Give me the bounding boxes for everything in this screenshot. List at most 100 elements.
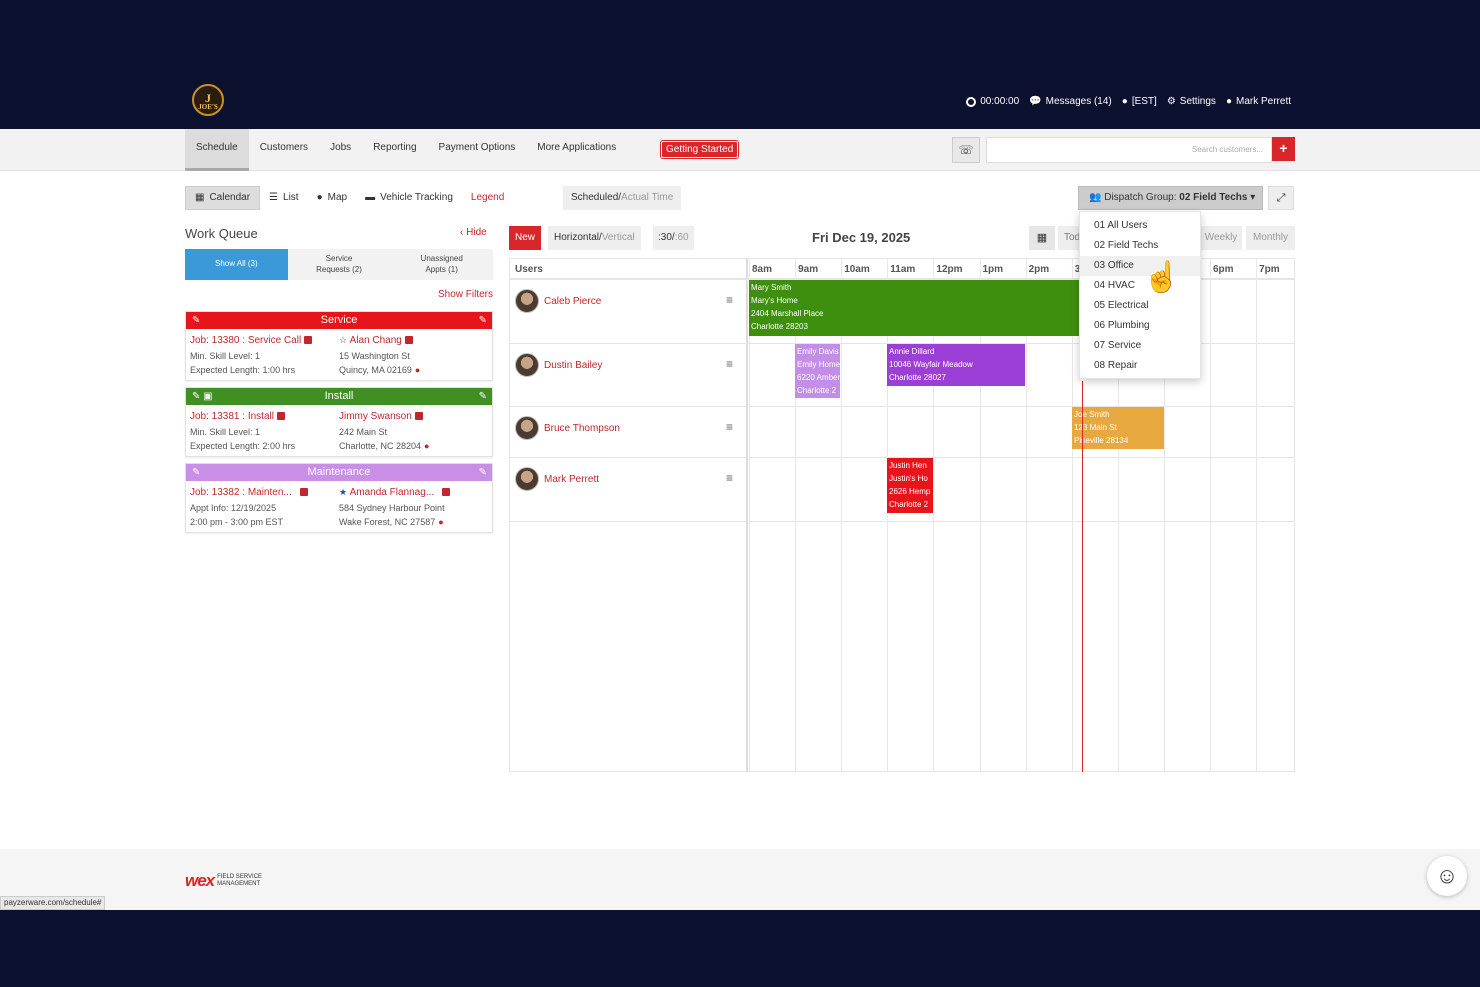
tab-more-applications[interactable]: More Applications — [526, 129, 627, 171]
dispatch-group-menu: 01 All Users 02 Field Techs 03 Office 04… — [1079, 211, 1201, 379]
today-button[interactable]: Today — [1058, 226, 1080, 250]
messages-link[interactable]: 💬 Messages (14) — [1029, 96, 1112, 107]
option-field-techs[interactable]: 02 Field Techs — [1080, 236, 1200, 256]
external-link-icon[interactable] — [276, 412, 285, 420]
map-pin-icon[interactable]: ● — [415, 365, 420, 375]
external-link-icon[interactable] — [414, 412, 423, 420]
user-row-bruce[interactable]: Bruce Thompson — [515, 416, 620, 440]
map-pin-icon[interactable]: ● — [424, 441, 429, 451]
chat-bot-icon[interactable]: ☺ — [1427, 856, 1467, 896]
tab-reporting[interactable]: Reporting — [362, 129, 427, 171]
calendar-view-button[interactable]: ▦ Calendar — [185, 186, 261, 210]
weekly-button[interactable]: Weekly — [1200, 226, 1242, 250]
hour-label: 2pm — [1028, 264, 1050, 275]
hour-label: 11am — [890, 264, 916, 275]
phone-button[interactable]: ☏ — [952, 137, 980, 163]
hamburger-icon[interactable]: ≡ — [726, 471, 733, 485]
customer-link[interactable]: Alan Chang — [350, 335, 402, 346]
option-plumbing[interactable]: 06 Plumbing — [1080, 316, 1200, 336]
user-menu[interactable]: ● Mark Perrett — [1226, 96, 1291, 107]
external-link-icon[interactable] — [442, 488, 451, 496]
option-repair[interactable]: 08 Repair — [1080, 356, 1200, 376]
getting-started-button[interactable]: Getting Started — [661, 141, 739, 158]
user-row-mark[interactable]: Mark Perrett — [515, 467, 599, 491]
edit-icon[interactable]: ✎ — [479, 312, 487, 329]
current-time-line — [1082, 381, 1083, 772]
timer[interactable]: 00:00:00 — [966, 96, 1019, 107]
show-filters-link[interactable]: Show Filters — [438, 289, 493, 300]
hamburger-icon[interactable]: ≡ — [726, 420, 733, 434]
edit-icon[interactable]: ✎ — [479, 464, 487, 481]
company-logo[interactable]: J JOE'S — [192, 84, 224, 116]
event-joe-smith[interactable]: Joe Smith 123 Main St Pineville 28134 — [1072, 407, 1164, 449]
tab-customers[interactable]: Customers — [249, 129, 319, 171]
address-line: 584 Sydney Harbour Point — [339, 502, 445, 513]
add-button[interactable]: + — [1272, 137, 1295, 161]
user-row-dustin[interactable]: Dustin Bailey — [515, 353, 602, 377]
job-card-maintenance[interactable]: ✎ Maintenance ✎ Job: 13382 : Mainten... Ap… — [185, 463, 493, 533]
wex-logo: wex FIELD SERVICE MANAGEMENT — [185, 871, 263, 890]
external-link-icon[interactable] — [304, 336, 313, 344]
user-row-caleb[interactable]: Caleb Pierce — [515, 289, 601, 313]
external-link-icon[interactable] — [404, 336, 413, 344]
external-link-icon[interactable] — [299, 488, 308, 496]
interval-toggle[interactable]: :30/:60 — [653, 226, 694, 250]
hour-label: 12pm — [936, 264, 963, 275]
tab-service-requests[interactable]: Service Requests (2) — [288, 249, 391, 280]
edit-icon[interactable]: ✎ — [479, 388, 487, 405]
hamburger-icon[interactable]: ≡ — [726, 293, 733, 307]
hamburger-icon[interactable]: ≡ — [726, 357, 733, 371]
timezone[interactable]: ● [EST] — [1122, 96, 1157, 107]
job-link[interactable]: Job: 13382 : Mainten... — [190, 487, 292, 498]
wrench-icon: ✎ — [192, 467, 201, 478]
hour-label: 8am — [752, 264, 773, 275]
job-link[interactable]: Job: 13381 : Install — [190, 411, 274, 422]
tab-schedule[interactable]: Schedule — [185, 129, 249, 171]
map-pin-icon[interactable]: ● — [438, 517, 443, 527]
page-content: Schedule Customers Jobs Reporting Paymen… — [0, 129, 1480, 849]
job-card-install[interactable]: ✎ ▣ Install ✎ Job: 13381 : Install Min. Sk… — [185, 387, 493, 457]
event-mary-smith[interactable]: Mary Smith Mary's Home 2404 Marshall Place… — [749, 280, 1082, 336]
event-emily-davis[interactable]: Emily Davis Emily Home 6220 Amber Charlotte… — [795, 344, 840, 398]
tab-show-all[interactable]: Show All (3) — [185, 249, 288, 280]
scheduled-actual-toggle[interactable]: Scheduled/Actual Time — [563, 186, 682, 210]
legend-link[interactable]: Legend — [462, 186, 513, 210]
option-all-users[interactable]: 01 All Users — [1080, 216, 1200, 236]
event-annie-dillard[interactable]: Annie Dillard 10046 Wayfair Meadow Charlot… — [887, 344, 1025, 386]
customer-link[interactable]: Jimmy Swanson — [339, 411, 412, 422]
hour-label: 9am — [798, 264, 819, 275]
search-input[interactable]: Search customers... — [986, 137, 1272, 163]
map-view-button[interactable]: ● Map — [308, 186, 357, 210]
date-picker-button[interactable]: ▦ — [1029, 226, 1055, 250]
status-url: payzerware.com/schedule# — [0, 896, 106, 910]
gear-icon: ⚙ — [1166, 96, 1176, 107]
card-header: ✎ Service ✎ — [186, 312, 492, 329]
option-service[interactable]: 07 Service — [1080, 336, 1200, 356]
calendar-icon: ▦ — [1036, 232, 1048, 244]
work-queue-title: Work Queue — [185, 226, 258, 241]
tab-payment-options[interactable]: Payment Options — [428, 129, 527, 171]
new-button[interactable]: New — [509, 226, 541, 250]
users-column-header: Users — [515, 264, 543, 275]
list-view-button[interactable]: ☰ List — [260, 186, 308, 210]
avatar — [515, 353, 539, 377]
option-office[interactable]: 03 Office — [1080, 256, 1200, 276]
settings-link[interactable]: ⚙ Settings — [1167, 96, 1216, 107]
expand-icon: ⤢ — [1276, 192, 1286, 204]
event-justin-hen[interactable]: Justin Hen Justin's Ho 2626 Hemp Charlotte … — [887, 458, 933, 513]
option-electrical[interactable]: 05 Electrical — [1080, 296, 1200, 316]
job-link[interactable]: Job: 13380 : Service Call — [190, 335, 301, 346]
horizontal-vertical-toggle[interactable]: Horizontal/Vertical — [548, 226, 641, 250]
vehicle-tracking-button[interactable]: ▬ Vehicle Tracking — [356, 186, 462, 210]
star-icon[interactable]: ★ — [339, 487, 347, 497]
star-icon[interactable]: ☆ — [339, 335, 347, 345]
job-card-service[interactable]: ✎ Service ✎ Job: 13380 : Service Call Min.… — [185, 311, 493, 381]
monthly-button[interactable]: Monthly — [1246, 226, 1295, 250]
hide-link[interactable]: ‹ Hide — [460, 227, 487, 238]
tab-unassigned-appts[interactable]: Unassigned Appts (1) — [390, 249, 493, 280]
dispatch-group-dropdown[interactable]: 👥 Dispatch Group: 02 Field Techs ▾ — [1078, 186, 1263, 210]
option-hvac[interactable]: 04 HVAC — [1080, 276, 1200, 296]
tab-jobs[interactable]: Jobs — [319, 129, 362, 171]
customer-link[interactable]: Amanda Flannag... — [350, 487, 435, 498]
expand-button[interactable]: ⤢ — [1268, 186, 1294, 210]
